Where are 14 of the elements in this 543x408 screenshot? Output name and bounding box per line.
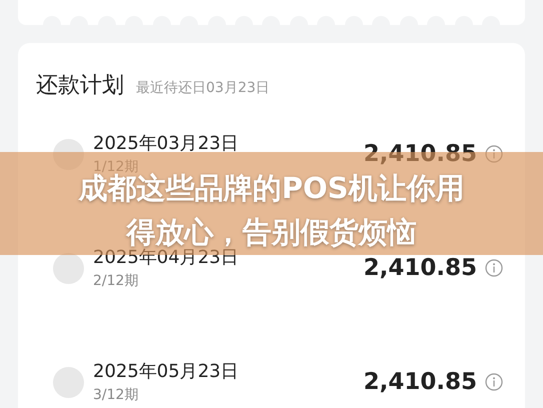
card-title: 还款计划: [36, 72, 124, 100]
info-icon[interactable]: [485, 259, 503, 277]
banner-text-line: 得放心，告别假货烦恼: [126, 218, 416, 247]
due-date: 2025年05月23日: [93, 360, 240, 384]
installment-term: 3/12期: [93, 386, 140, 405]
amount: 2,410.85: [364, 368, 477, 397]
due-date: 2025年04月23日: [93, 247, 240, 270]
next-due-date: 最近待还日03月23日: [136, 79, 270, 98]
info-icon[interactable]: [485, 373, 503, 391]
banner-text-line: 成都这些品牌的POS机让你用: [78, 174, 464, 203]
due-date: 2025年03月23日: [93, 132, 240, 156]
info-icon[interactable]: [485, 145, 503, 163]
amount: 2,410.85: [364, 254, 477, 283]
installment-term: 2/12期: [93, 272, 140, 291]
